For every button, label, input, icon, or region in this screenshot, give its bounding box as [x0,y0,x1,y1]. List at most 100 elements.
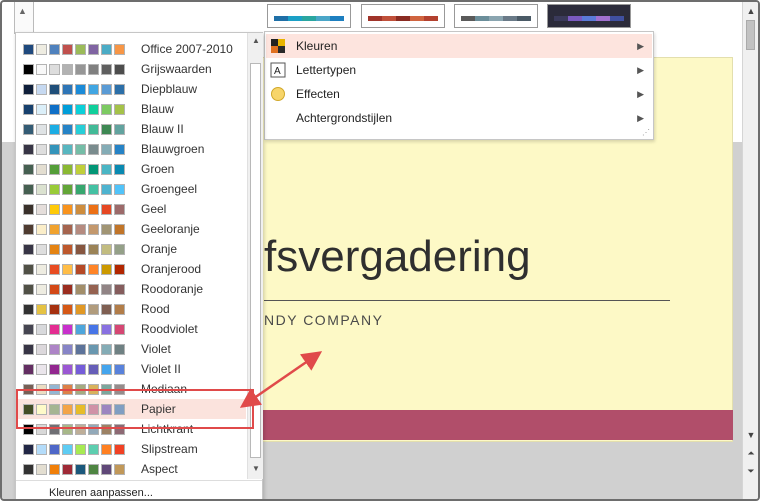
color-swatch [88,143,99,155]
variant-swatch [610,16,624,21]
scrollbar-thumb[interactable] [746,20,755,50]
color-swatch [62,163,73,175]
color-scheme-roodoranje[interactable]: Roodoranje [17,279,246,299]
color-swatch [101,143,112,155]
color-scheme-aspect[interactable]: Aspect [17,459,246,479]
color-swatch [36,243,47,255]
color-swatch [36,183,47,195]
color-swatch [49,43,60,55]
scheme-swatches [23,463,131,475]
scheme-name: Aspect [141,462,178,476]
menu-item-achtergrondstijlen[interactable]: Achtergrondstijlen ▶ [266,106,652,130]
scheme-swatches [23,323,131,335]
variant-thumbnail[interactable] [267,4,351,28]
color-scheme-violet-ii[interactable]: Violet II [17,359,246,379]
color-swatch [101,43,112,55]
color-swatch [75,183,86,195]
customize-colors-button[interactable]: Kleuren aanpassen... [16,480,262,499]
color-swatch [36,163,47,175]
color-scheme-diepblauw[interactable]: Diepblauw [17,79,246,99]
color-swatch [88,83,99,95]
scheme-swatches [23,163,131,175]
color-swatch [101,343,112,355]
svg-text:A: A [274,66,281,77]
color-swatch [23,83,34,95]
scroll-up-icon[interactable]: ▲ [250,35,262,47]
color-swatch [36,63,47,75]
scheme-swatches [23,443,131,455]
color-swatch [49,443,60,455]
color-scheme-blauw-ii[interactable]: Blauw II [17,119,246,139]
color-scheme-rood[interactable]: Rood [17,299,246,319]
color-swatch [75,443,86,455]
color-swatch [114,123,125,135]
color-scheme-grijswaarden[interactable]: Grijswaarden [17,59,246,79]
color-scheme-violet[interactable]: Violet [17,339,246,359]
color-swatch [114,263,125,275]
color-swatch [75,283,86,295]
color-swatch [75,163,86,175]
color-scheme-oranjerood[interactable]: Oranjerood [17,259,246,279]
color-swatch [88,303,99,315]
slide-subtitle[interactable]: NDY COMPANY [264,312,383,328]
color-scheme-blauw[interactable]: Blauw [17,99,246,119]
color-swatch [36,203,47,215]
page-down-icon[interactable]: ⏷ [744,464,758,478]
color-scheme-blauwgroen[interactable]: Blauwgroen [17,139,246,159]
slide-title[interactable]: fsvergadering [264,232,531,282]
variant-color-bar [274,16,344,21]
color-swatch [101,103,112,115]
menu-item-lettertypen[interactable]: A Lettertypen ▶ [266,58,652,82]
page-up-icon[interactable]: ⏶ [744,446,758,460]
color-swatch [88,43,99,55]
color-scheme-groen[interactable]: Groen [17,159,246,179]
color-swatch [88,183,99,195]
color-scheme-office-2007-2010[interactable]: Office 2007-2010 [17,39,246,59]
color-swatch [36,463,47,475]
chevron-up-icon[interactable]: ▲ [18,6,27,16]
color-swatch [88,363,99,375]
color-swatch [62,223,73,235]
scheme-name: Groen [141,162,175,176]
color-swatch [114,63,125,75]
color-swatch [62,303,73,315]
scroll-down-icon[interactable]: ▼ [744,428,758,442]
color-swatch [36,223,47,235]
color-swatch [49,363,60,375]
variant-swatch [554,16,568,21]
menu-item-kleuren[interactable]: Kleuren ▶ [266,34,652,58]
color-swatch [75,83,86,95]
color-swatch [36,303,47,315]
color-scheme-roodviolet[interactable]: Roodviolet [17,319,246,339]
color-swatch [36,343,47,355]
scheme-swatches [23,363,131,375]
color-scheme-geel[interactable]: Geel [17,199,246,219]
color-swatch [101,303,112,315]
resize-grip-icon[interactable]: ⋰ [642,128,650,137]
color-swatch [88,163,99,175]
color-swatch [49,323,60,335]
color-swatch [75,63,86,75]
color-swatch [62,323,73,335]
variant-thumbnail[interactable] [547,4,631,28]
variant-swatch [382,16,396,21]
color-scheme-geeloranje[interactable]: Geeloranje [17,219,246,239]
variant-thumbnail[interactable] [361,4,445,28]
variant-thumbnail[interactable] [454,4,538,28]
menu-item-effecten[interactable]: Effecten ▶ [266,82,652,106]
color-scheme-slipstream[interactable]: Slipstream [17,439,246,459]
color-swatch [101,363,112,375]
color-swatch [101,223,112,235]
scheme-swatches [23,223,131,235]
color-swatch [101,463,112,475]
color-scheme-oranje[interactable]: Oranje [17,239,246,259]
scroll-up-icon[interactable]: ▲ [744,4,758,18]
ribbon-scrollbar[interactable]: ▲ [14,2,34,34]
window-scrollbar[interactable]: ▲ ▼ ⏶ ⏷ [742,2,758,499]
scroll-down-icon[interactable]: ▼ [250,463,262,475]
color-swatch [36,123,47,135]
color-swatch [49,63,60,75]
color-swatch [101,263,112,275]
color-scheme-groengeel[interactable]: Groengeel [17,179,246,199]
color-swatch [23,343,34,355]
